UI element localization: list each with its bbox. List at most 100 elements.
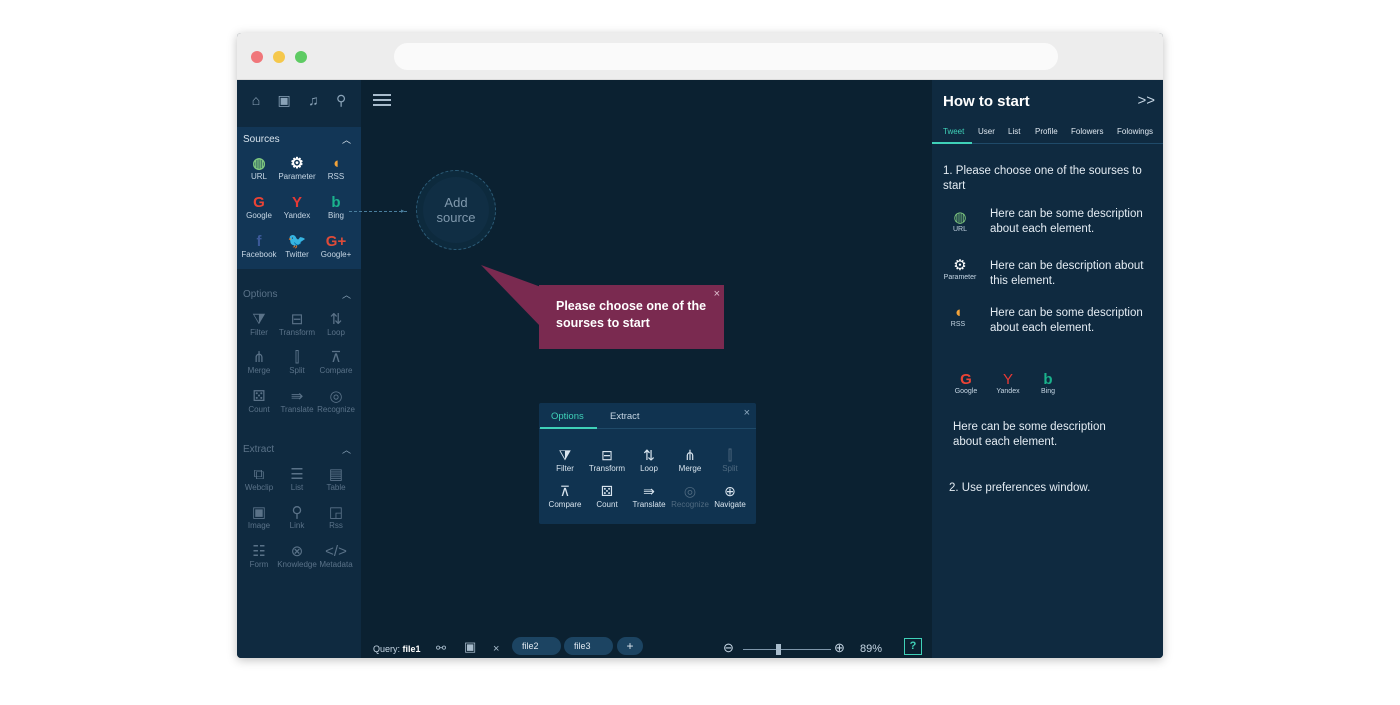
sidebar-item-merge[interactable]: ⋔ Merge	[239, 349, 279, 375]
chevron-up-icon[interactable]: ︿	[342, 133, 351, 146]
count-icon: ⚄	[600, 483, 614, 499]
sidebar-item-loop[interactable]: ⇅ Loop	[316, 311, 356, 337]
option-label: Merge	[678, 464, 702, 473]
sidebar-item-google[interactable]: G Google	[239, 194, 279, 220]
chevron-up-icon[interactable]: ︿	[342, 443, 351, 456]
contacts-icon[interactable]: ▣	[278, 92, 291, 109]
address-bar[interactable]	[394, 43, 1058, 70]
sidebar-item-url[interactable]: ◍ URL	[239, 155, 279, 181]
sidebar-item-recognize[interactable]: ◎ Recognize	[316, 388, 356, 414]
sidebar-item-google[interactable]: G+ Google+	[316, 233, 356, 259]
tab-tweet[interactable]: Tweet	[943, 127, 964, 136]
translate-icon: ⇛	[290, 388, 304, 405]
webclip-icon: ⧉	[253, 466, 265, 483]
sidebar-item-metadata[interactable]: </> Metadata	[316, 543, 356, 569]
sidebar-item-rss[interactable]: ◲ Rss	[316, 504, 356, 530]
sidebar-item-label: Compare	[319, 366, 353, 375]
sidebar-item-yandex[interactable]: Y Yandex	[277, 194, 317, 220]
options-popup-tabs: Options Extract ×	[539, 403, 756, 429]
sidebar-item-transform[interactable]: ⊟ Transform	[277, 311, 317, 337]
sources-section-header[interactable]: Sources ︿	[237, 127, 361, 151]
bing-icon: b	[1043, 371, 1053, 388]
sidebar-item-table[interactable]: ▤ Table	[316, 466, 356, 492]
filter-icon: ⧩	[252, 311, 266, 328]
tab-list[interactable]: List	[1008, 127, 1020, 136]
sidebar-item-label: Transform	[278, 328, 316, 337]
tab-profile[interactable]: Profile	[1035, 127, 1058, 136]
sidebar-item-twitter[interactable]: 🐦 Twitter	[277, 233, 317, 259]
zoom-slider-thumb[interactable]	[775, 644, 781, 655]
option-transform[interactable]: ⊟ Transform	[585, 447, 629, 473]
sidebar-item-bing[interactable]: b Bing	[316, 194, 356, 220]
link-icon: ⚲	[291, 504, 303, 521]
bing-source-icon: b Bing	[1028, 371, 1068, 396]
close-window-button[interactable]	[251, 51, 263, 63]
sidebar-item-form[interactable]: ☷ Form	[239, 543, 279, 569]
sidebar-item-split[interactable]: ⫿ Split	[277, 349, 317, 375]
sidebar-item-webclip[interactable]: ⧉ Webclip	[239, 466, 279, 492]
recognize-icon: ◎	[329, 388, 343, 405]
option-label: Split	[722, 464, 738, 473]
sidebar-item-list[interactable]: ☰ List	[277, 466, 317, 492]
workflow-canvas[interactable]: ▸ Add source Please choose one of the so…	[349, 80, 932, 658]
option-merge[interactable]: ⋔ Merge	[668, 447, 712, 473]
options-section-header[interactable]: Options ︿	[237, 282, 361, 306]
sidebar-item-filter[interactable]: ⧩ Filter	[239, 311, 279, 337]
option-compare[interactable]: ⊼ Compare	[543, 483, 587, 509]
sidebar-item-knowledge[interactable]: ⊗ Knowledge	[277, 543, 317, 569]
sidebar-item-parameter[interactable]: ⚙ Parameter	[277, 155, 317, 181]
search-engines-description: Here can be some description about each …	[953, 421, 1106, 448]
sidebar-item-count[interactable]: ⚄ Count	[239, 388, 279, 414]
collapse-panel-icon[interactable]: >>	[1137, 92, 1155, 109]
zoom-slider-track[interactable]	[743, 649, 831, 650]
zoom-out-icon[interactable]: ⊖	[723, 640, 734, 656]
chevron-up-icon[interactable]: ︿	[342, 288, 351, 301]
tab-extract[interactable]: Extract	[610, 411, 640, 422]
tab-folowers[interactable]: Folowers	[1071, 127, 1103, 136]
loop-icon: ⇅	[643, 447, 655, 463]
add-source-label-line1: Add	[444, 195, 468, 210]
bell-icon[interactable]: ♫	[308, 92, 319, 108]
tab-folowings[interactable]: Folowings	[1117, 127, 1153, 136]
save-icon[interactable]: ▣	[464, 639, 476, 655]
google-source-icon: G Google	[946, 372, 986, 396]
close-tab-icon[interactable]: ×	[493, 643, 499, 655]
options-grid: ⧩ Filter ⊟ Transform ⇅ Loop ⋔ Merge ⫿ Split ⊼ Compa…	[237, 306, 361, 426]
how-to-start-panel: How to start >> Tweet User List Profile …	[932, 80, 1163, 658]
sidebar-item-translate[interactable]: ⇛ Translate	[277, 388, 317, 414]
transform-icon: ⊟	[601, 447, 613, 463]
sidebar-item-link[interactable]: ⚲ Link	[277, 504, 317, 530]
close-icon[interactable]: ×	[744, 407, 750, 419]
compare-icon: ⊼	[330, 349, 342, 366]
sidebar-item-compare[interactable]: ⊼ Compare	[316, 349, 356, 375]
minimize-window-button[interactable]	[273, 51, 285, 63]
zoom-in-icon[interactable]: ⊕	[834, 640, 845, 656]
options-title: Options	[243, 288, 278, 300]
file-tab-file2[interactable]: file2	[512, 637, 561, 655]
browser-titlebar	[237, 33, 1163, 80]
maximize-window-button[interactable]	[295, 51, 307, 63]
hint-tooltip: Please choose one of the sourses to star…	[539, 285, 724, 349]
sidebar-item-rss[interactable]: ◖ RSS	[316, 155, 356, 181]
option-loop[interactable]: ⇅ Loop	[627, 447, 671, 473]
help-button[interactable]: ?	[904, 638, 922, 655]
share-icon[interactable]: ⚯	[436, 641, 446, 655]
file-tab-file3[interactable]: file3	[564, 637, 613, 655]
query-file: file1	[402, 644, 421, 654]
tab-options[interactable]: Options	[551, 411, 584, 422]
sidebar-item-facebook[interactable]: f Facebook	[239, 233, 279, 259]
sidebar-item-image[interactable]: ▣ Image	[239, 504, 279, 530]
home-icon[interactable]: ⌂	[252, 92, 260, 108]
extract-section-header[interactable]: Extract ︿	[237, 437, 361, 461]
add-source-node[interactable]: Add source	[416, 170, 496, 250]
option-count[interactable]: ⚄ Count	[585, 483, 629, 509]
option-navigate[interactable]: ⊕ Navigate	[708, 483, 752, 509]
option-translate[interactable]: ⇛ Translate	[627, 483, 671, 509]
option-filter[interactable]: ⧩ Filter	[543, 447, 587, 473]
tab-user[interactable]: User	[978, 127, 995, 136]
add-tab-button[interactable]: +	[617, 637, 643, 655]
menu-icon[interactable]	[373, 94, 391, 106]
sidebar-item-label: Loop	[327, 328, 345, 337]
search-icon[interactable]: ⚲	[336, 92, 346, 109]
tooltip-close-icon[interactable]: ×	[714, 286, 720, 303]
